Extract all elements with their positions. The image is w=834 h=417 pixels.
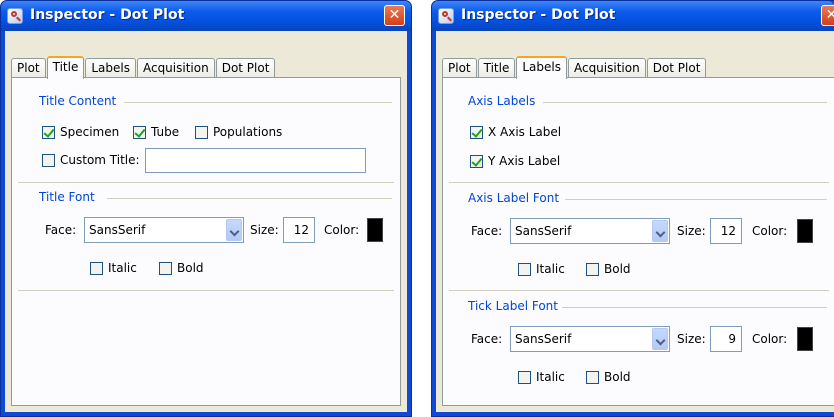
face-select-value: SansSerif [89,223,146,237]
axis-italic-checkbox[interactable] [518,263,531,276]
group-divider [18,182,394,183]
axis-bold-label: Bold [604,262,631,276]
title-bar[interactable]: Inspector - Dot Plot ✕ [432,1,834,31]
color-swatch[interactable] [367,218,383,242]
face-select[interactable]: SansSerif [84,217,244,243]
magnifier-icon [7,8,23,24]
chevron-down-icon[interactable] [652,220,668,242]
axis-color-swatch[interactable] [797,219,813,243]
y-axis-label-text: Y Axis Label [488,154,561,168]
group-divider [565,199,827,200]
tab-acquisition[interactable]: Acquisition [136,58,215,78]
inspector-window-labels-tab: Inspector - Dot Plot ✕ Plot Title Labels… [431,0,834,417]
axis-italic-label: Italic [536,262,565,276]
size-label: Size: [250,223,279,237]
custom-title-input[interactable] [145,148,366,173]
color-label: Color: [752,224,788,238]
window-client: Plot Title Labels Acquisition Dot Plot A… [436,31,834,412]
x-axis-label-checkbox[interactable] [470,126,483,139]
group-divider [107,198,392,199]
group-title-font: Title Font [39,190,95,204]
y-axis-label-checkbox[interactable] [470,155,483,168]
group-divider [449,182,829,183]
axis-face-select[interactable]: SansSerif [510,218,670,244]
axis-bold-checkbox[interactable] [586,263,599,276]
size-input[interactable]: 12 [283,217,315,243]
chevron-down-icon[interactable] [652,328,668,350]
tick-color-swatch[interactable] [797,327,813,351]
face-label: Face: [45,223,77,237]
italic-label: Italic [108,261,137,275]
tab-plot[interactable]: Plot [442,58,477,78]
size-label: Size: [677,224,706,238]
face-label: Face: [471,332,503,346]
tick-bold-label: Bold [604,370,631,384]
tick-bold-checkbox[interactable] [586,371,599,384]
tick-size-input[interactable]: 9 [710,326,742,352]
bold-label: Bold [177,261,204,275]
close-button[interactable]: ✕ [821,5,834,26]
window-title: Inspector - Dot Plot [30,7,185,23]
populations-label: Populations [213,125,283,139]
tab-strip: Plot Title Labels Acquisition Dot Plot [442,56,707,79]
tab-plot[interactable]: Plot [11,58,46,78]
tab-labels[interactable]: Labels [516,56,567,79]
x-axis-label-text: X Axis Label [488,125,562,139]
italic-checkbox[interactable] [90,262,103,275]
custom-title-checkbox[interactable] [42,154,55,167]
tab-labels[interactable]: Labels [85,58,136,78]
group-tick-label-font: Tick Label Font [468,299,558,313]
color-label: Color: [324,223,360,237]
group-divider [562,307,827,308]
group-divider [124,102,392,103]
face-label: Face: [471,224,503,238]
color-label: Color: [752,332,788,346]
window-client: Plot Title Labels Acquisition Dot Plot T… [5,31,407,412]
specimen-label: Specimen [60,125,120,139]
tick-italic-label: Italic [536,370,565,384]
title-bar[interactable]: Inspector - Dot Plot ✕ [1,1,411,31]
tab-acquisition[interactable]: Acquisition [567,58,646,78]
tab-title[interactable]: Title [46,56,85,79]
group-title-content: Title Content [39,94,117,108]
bold-checkbox[interactable] [159,262,172,275]
tick-face-select[interactable]: SansSerif [510,326,670,352]
tab-strip: Plot Title Labels Acquisition Dot Plot [11,56,276,79]
magnifier-icon [438,8,454,24]
window-title: Inspector - Dot Plot [461,7,616,23]
axis-size-input[interactable]: 12 [710,218,742,244]
close-icon: ✕ [825,7,834,23]
size-label: Size: [677,332,706,346]
close-button[interactable]: ✕ [384,5,405,26]
tube-label: Tube [151,125,180,139]
close-icon: ✕ [388,7,401,23]
specimen-checkbox[interactable] [42,126,55,139]
tab-title[interactable]: Title [477,58,516,78]
tick-italic-checkbox[interactable] [518,371,531,384]
tube-checkbox[interactable] [133,126,146,139]
tab-dot-plot[interactable]: Dot Plot [215,58,276,78]
tick-face-select-value: SansSerif [515,332,572,346]
tab-panel: Title Content Specimen Tube Populations … [11,77,401,406]
custom-title-label: Custom Title: [60,153,140,167]
populations-checkbox[interactable] [195,126,208,139]
inspector-window-title-tab: Inspector - Dot Plot ✕ Plot Title Labels… [0,0,412,417]
chevron-down-icon[interactable] [226,219,242,241]
tab-panel: Axis Labels X Axis Label Y Axis Label Ax… [442,77,834,406]
group-axis-labels: Axis Labels [468,94,536,108]
group-divider [449,290,829,291]
tab-dot-plot[interactable]: Dot Plot [646,58,707,78]
group-divider [18,290,394,291]
group-divider [543,102,827,103]
axis-face-select-value: SansSerif [515,224,572,238]
group-axis-label-font: Axis Label Font [468,191,560,205]
